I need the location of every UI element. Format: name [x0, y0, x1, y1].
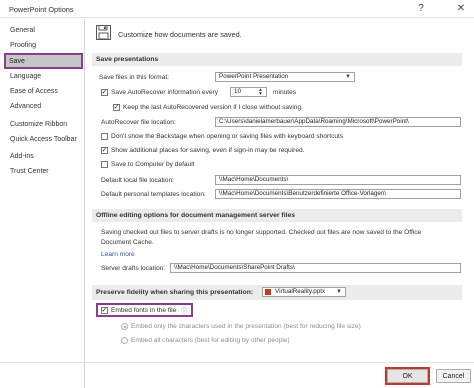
sidebar-item-add-ins[interactable]: Add-ins — [10, 153, 34, 160]
sidebar-item-trust-center[interactable]: Trust Center — [10, 168, 49, 175]
save-to-computer-checkbox[interactable] — [101, 161, 108, 168]
info-icon: ⓘ — [181, 309, 188, 315]
minutes-value: 10 — [234, 88, 242, 95]
help-icon[interactable]: ? — [413, 2, 429, 16]
format-label: Save files in this format: — [99, 74, 169, 81]
templates-label: Default personal templates location: — [101, 191, 206, 198]
save-to-computer-label: Save to Computer by default — [111, 161, 195, 168]
backstage-checkbox[interactable] — [101, 133, 108, 140]
format-dropdown[interactable]: PowerPoint Presentation ▼ — [215, 72, 355, 82]
embed-used-characters-radio[interactable] — [121, 323, 128, 330]
minutes-spinner[interactable]: 10 ▲ ▼ — [230, 87, 267, 97]
sidebar-item-advanced[interactable]: Advanced — [10, 103, 41, 110]
chevron-down-icon: ▼ — [345, 74, 351, 80]
backstage-label: Don't show the Backstage when opening or… — [111, 133, 344, 140]
embed-all-characters-radio[interactable] — [121, 337, 128, 344]
close-icon[interactable]: ✕ — [453, 2, 469, 16]
default-local-label: Default local file location: — [101, 177, 174, 184]
offline-description-line2: Document Cache. — [101, 239, 154, 246]
embed-fonts-label: Embed fonts in the file — [111, 307, 177, 314]
autorecover-location-field[interactable]: C:\Users\danielamerbauer\AppData\Roaming… — [215, 117, 461, 127]
default-local-field[interactable]: \\Mac\Home\Documents\ — [215, 175, 461, 185]
section-title-preserve-fidelity: Preserve fidelity when sharing this pres… — [96, 289, 254, 296]
embed-used-characters-label: Embed only the characters used in the pr… — [131, 323, 361, 330]
page-header: Customize how documents are saved. — [118, 30, 242, 39]
sidebar-item-customize-ribbon[interactable]: Customize Ribbon — [10, 121, 67, 128]
sidebar-item-proofing[interactable]: Proofing — [10, 42, 36, 49]
window-title: PowerPoint Options — [9, 5, 74, 14]
keep-last-checkbox[interactable] — [113, 103, 120, 111]
autorecover-checkbox[interactable] — [101, 88, 108, 96]
learn-more-link[interactable]: Learn more — [101, 251, 135, 258]
pptx-file-icon — [265, 289, 271, 295]
autorecover-location-label: AutoRecover file location: — [101, 119, 176, 126]
server-drafts-label: Server drafts location: — [101, 265, 166, 272]
autorecover-label: Save AutoRecover information every — [111, 89, 219, 96]
presentation-file-name: VirtualReality.pptx — [275, 288, 326, 295]
offline-description-line1: Saving checked out files to server draft… — [101, 229, 422, 236]
minutes-label: minutes — [273, 89, 297, 96]
chevron-down-icon: ▼ — [336, 289, 342, 295]
templates-field[interactable]: \\Mac\Home\Documents\Benutzerdefinierte … — [215, 189, 461, 199]
sidebar-item-ease-of-access[interactable]: Ease of Access — [10, 88, 58, 95]
footer-divider — [0, 362, 474, 363]
additional-places-checkbox[interactable] — [101, 146, 108, 154]
spinner-arrows-icon: ▲ ▼ — [258, 87, 263, 97]
keep-last-label: Keep the last AutoRecovered version if I… — [123, 104, 302, 111]
format-value: PowerPoint Presentation — [219, 73, 289, 80]
section-title-offline-editing: Offline editing options for document man… — [96, 212, 296, 219]
embed-fonts-checkbox[interactable] — [101, 306, 108, 314]
sidebar-item-general[interactable]: General — [10, 27, 35, 34]
server-drafts-field[interactable]: \\Mac\Home\Documents\SharePoint Drafts\ — [170, 263, 461, 273]
ok-button[interactable]: OK — [387, 369, 428, 383]
presentation-dropdown[interactable]: VirtualReality.pptx ▼ — [262, 287, 346, 297]
save-floppy-icon — [96, 25, 111, 40]
sidebar-item-quick-access-toolbar[interactable]: Quick Access Toolbar — [10, 136, 77, 143]
additional-places-label: Show additional places for saving, even … — [111, 147, 305, 154]
sidebar-item-language[interactable]: Language — [10, 73, 41, 80]
sidebar-item-save-label[interactable]: Save — [9, 58, 25, 65]
embed-all-characters-label: Embed all characters (best for editing b… — [131, 337, 290, 344]
cancel-button[interactable]: Cancel — [436, 369, 471, 383]
section-title-save-presentations: Save presentations — [96, 56, 159, 63]
